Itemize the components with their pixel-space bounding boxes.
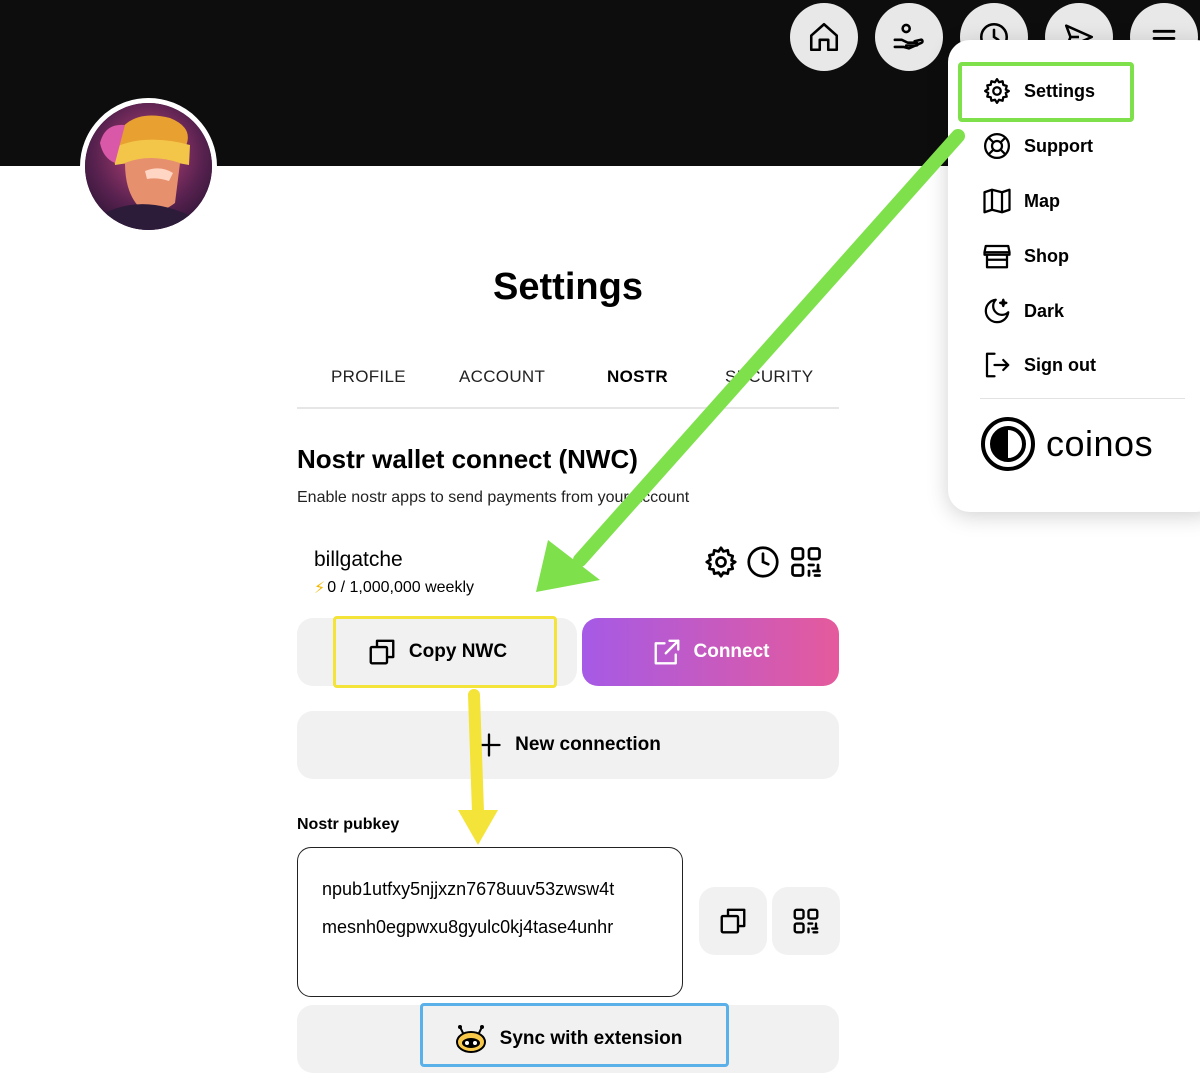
nav-home-button[interactable] bbox=[790, 3, 858, 71]
connect-button[interactable]: Connect bbox=[582, 618, 839, 686]
pubkey-textarea[interactable]: npub1utfxy5njjxzn7678uuv53zwsw4t mesnh0e… bbox=[297, 847, 683, 997]
menu-item-support[interactable]: Support bbox=[982, 131, 1093, 161]
tab-profile[interactable]: PROFILE bbox=[331, 367, 406, 387]
yellow-arrow-head bbox=[458, 810, 498, 845]
connection-budget: ⚡ 0 / 1,000,000 weekly bbox=[314, 578, 474, 598]
menu-label-map: Map bbox=[1024, 190, 1060, 211]
pubkey-line-2: mesnh0egpwxu8gyulc0kj4tase4unhr bbox=[322, 917, 614, 937]
moon-stars-icon bbox=[984, 298, 1010, 324]
tab-security[interactable]: SECURITY bbox=[725, 367, 813, 387]
lightning-icon: ⚡ bbox=[314, 580, 326, 597]
pubkey-label: Nostr pubkey bbox=[297, 816, 400, 833]
green-arrow-head bbox=[536, 540, 600, 592]
nav-receive-button[interactable] bbox=[875, 3, 943, 71]
menu-item-shop[interactable]: Shop bbox=[982, 241, 1069, 271]
connect-label: Connect bbox=[693, 641, 770, 662]
sync-extension-highlight bbox=[420, 1003, 729, 1067]
copy-pubkey-button[interactable] bbox=[699, 887, 767, 955]
coinos-logo: coinos bbox=[980, 416, 1153, 472]
settings-highlight bbox=[958, 62, 1134, 122]
menu-label-support: Support bbox=[1024, 135, 1093, 156]
menu-label-shop: Shop bbox=[1024, 245, 1069, 266]
avatar[interactable] bbox=[80, 98, 217, 235]
sign-out-icon bbox=[985, 352, 1010, 378]
nwc-section-title: Nostr wallet connect (NWC) bbox=[297, 444, 638, 474]
menu-item-dark[interactable]: Dark bbox=[982, 296, 1064, 326]
new-connection-button[interactable]: New connection bbox=[297, 711, 839, 779]
new-connection-label: New connection bbox=[515, 734, 661, 755]
tab-account[interactable]: ACCOUNT bbox=[459, 367, 545, 387]
plus-icon bbox=[477, 733, 501, 757]
lifebuoy-icon bbox=[984, 133, 1010, 159]
hand-coins-icon bbox=[893, 23, 924, 50]
menu-item-sign-out[interactable]: Sign out bbox=[982, 350, 1096, 380]
menu-label-sign-out: Sign out bbox=[1024, 354, 1096, 375]
pubkey-qr-button[interactable] bbox=[772, 887, 840, 955]
connection-name: billgatche bbox=[314, 548, 403, 571]
menu-item-map[interactable]: Map bbox=[982, 186, 1060, 216]
menu-divider bbox=[980, 398, 1185, 399]
connection-qr-icon[interactable] bbox=[788, 544, 824, 580]
copy-icon bbox=[720, 908, 746, 934]
qr-code-icon bbox=[793, 908, 819, 934]
external-link-icon bbox=[654, 639, 679, 665]
map-icon bbox=[983, 188, 1011, 214]
home-icon bbox=[809, 22, 839, 52]
pubkey-line-1: npub1utfxy5njjxzn7678uuv53zwsw4t bbox=[322, 879, 615, 899]
menu-label-dark: Dark bbox=[1024, 300, 1065, 321]
copy-nwc-highlight bbox=[333, 616, 557, 688]
coinos-logo-icon bbox=[981, 417, 1035, 471]
store-icon bbox=[983, 244, 1011, 269]
connection-settings-icon[interactable] bbox=[703, 544, 739, 580]
connection-history-icon[interactable] bbox=[745, 544, 781, 580]
tab-nostr[interactable]: NOSTR bbox=[607, 367, 668, 387]
settings-tabs: PROFILE ACCOUNT NOSTR SECURITY bbox=[297, 357, 839, 409]
connection-budget-text: 0 / 1,000,000 weekly bbox=[327, 579, 474, 596]
nwc-section-description: Enable nostr apps to send payments from … bbox=[297, 489, 690, 506]
brand-name: coinos bbox=[1046, 423, 1154, 464]
